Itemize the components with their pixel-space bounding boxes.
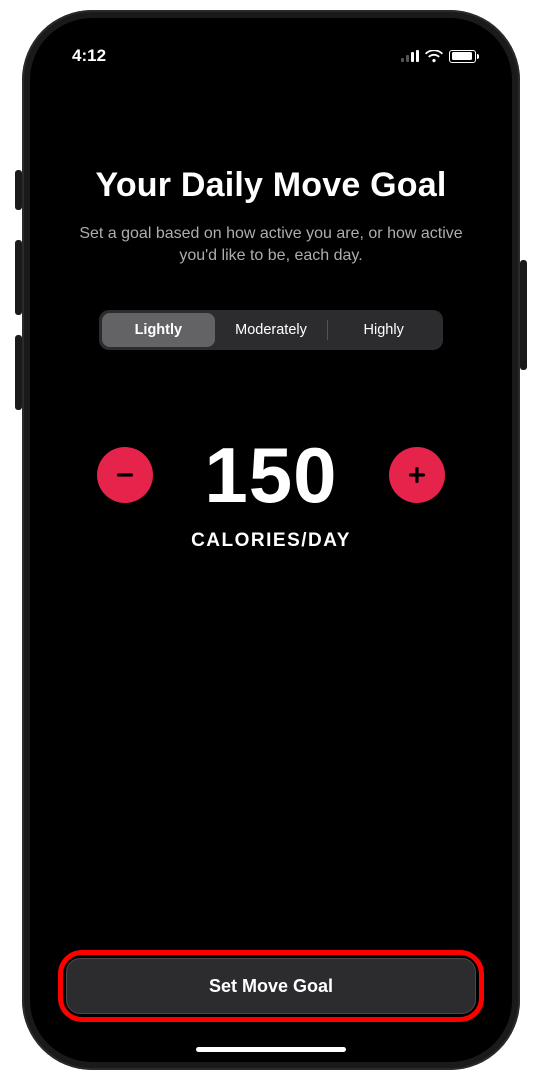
cta-label: Set Move Goal xyxy=(209,976,333,997)
phone-volume-down xyxy=(15,335,22,410)
phone-frame: 4:12 Your Daily Move Goal Set a goal bas… xyxy=(22,10,520,1070)
segment-label: Highly xyxy=(364,322,404,338)
page-subtitle: Set a goal based on how active you are, … xyxy=(58,223,484,268)
increase-button[interactable] xyxy=(389,447,445,503)
phone-notch xyxy=(156,18,386,52)
segment-label: Lightly xyxy=(135,322,183,338)
bottom-area: Set Move Goal xyxy=(58,950,484,1062)
segment-label: Moderately xyxy=(235,322,307,338)
phone-power-button xyxy=(520,260,527,370)
home-indicator[interactable] xyxy=(196,1047,346,1052)
minus-icon xyxy=(114,464,136,486)
goal-stepper: 150 xyxy=(58,436,484,514)
wifi-icon xyxy=(425,50,443,63)
goal-unit-label: CALORIES/DAY xyxy=(58,530,484,552)
page-title: Your Daily Move Goal xyxy=(58,166,484,205)
set-move-goal-button[interactable]: Set Move Goal xyxy=(66,958,476,1014)
activity-level-segmented-control[interactable]: Lightly Moderately Highly xyxy=(99,310,443,350)
segment-highly[interactable]: Highly xyxy=(327,313,440,347)
goal-value: 150 xyxy=(191,436,351,514)
phone-volume-up xyxy=(15,240,22,315)
annotation-highlight: Set Move Goal xyxy=(58,950,484,1022)
decrease-button[interactable] xyxy=(97,447,153,503)
cellular-signal-icon xyxy=(401,50,419,62)
status-time: 4:12 xyxy=(72,46,106,66)
segment-moderately[interactable]: Moderately xyxy=(215,313,328,347)
battery-icon xyxy=(449,50,476,63)
main-content: Your Daily Move Goal Set a goal based on… xyxy=(30,88,512,1062)
status-indicators xyxy=(401,50,476,63)
phone-silent-switch xyxy=(15,170,22,210)
phone-screen: 4:12 Your Daily Move Goal Set a goal bas… xyxy=(30,18,512,1062)
segment-lightly[interactable]: Lightly xyxy=(102,313,215,347)
plus-icon xyxy=(406,464,428,486)
